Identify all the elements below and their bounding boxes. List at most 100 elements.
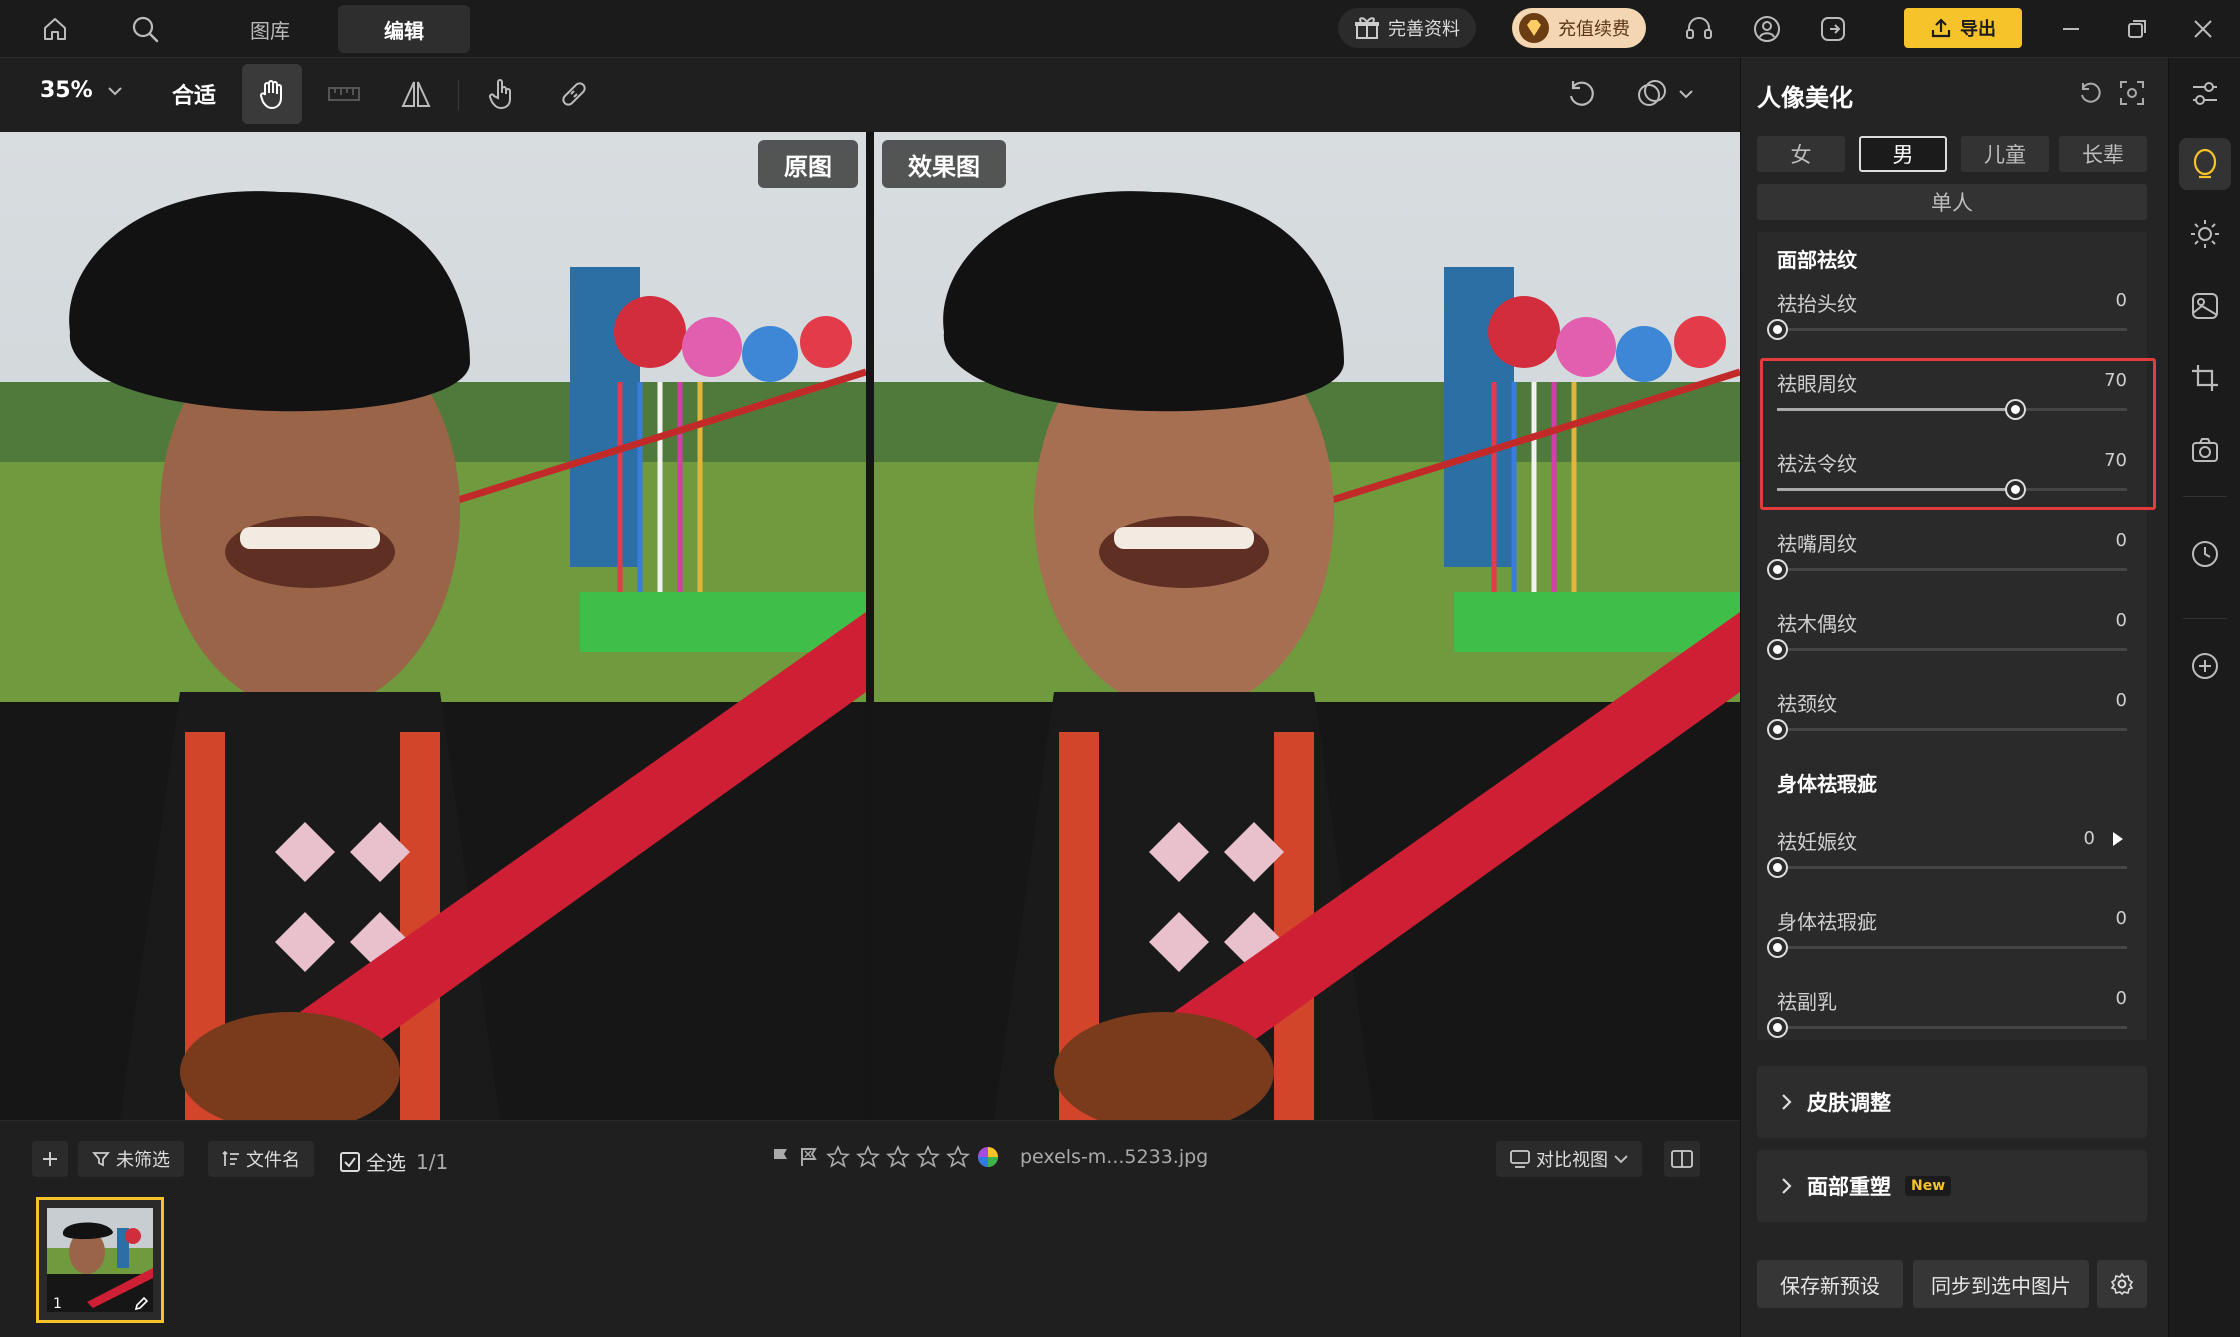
star-icon[interactable]: [886, 1145, 910, 1169]
slider-track[interactable]: [1777, 401, 2127, 418]
hand-tool[interactable]: [242, 64, 302, 124]
star-icon[interactable]: [856, 1145, 880, 1169]
color-label-icon[interactable]: [976, 1145, 1000, 1169]
rail-adjust[interactable]: [2179, 68, 2231, 120]
slider-thumb[interactable]: [1769, 859, 1786, 876]
overlay-mode-tool[interactable]: [1624, 64, 1704, 124]
touch-tool[interactable]: [472, 64, 532, 124]
slider-thumb[interactable]: [1769, 1019, 1786, 1036]
pointer-icon: [486, 77, 518, 111]
cursor-arrow-icon: [2111, 830, 2125, 848]
slider-forehead[interactable]: 祛抬头纹 0: [1757, 288, 2147, 368]
rail-camera[interactable]: [2179, 424, 2231, 476]
star-icon[interactable]: [946, 1145, 970, 1169]
face-detect-icon[interactable]: [2119, 80, 2145, 106]
slider-thumb[interactable]: [1769, 321, 1786, 338]
fit-button[interactable]: 合适: [172, 78, 216, 110]
restore-icon[interactable]: [2118, 10, 2156, 48]
complete-profile-button[interactable]: 完善资料: [1338, 8, 1476, 48]
portrait-face-icon: [2189, 147, 2221, 181]
slider-thumb[interactable]: [2007, 481, 2024, 498]
rail-light[interactable]: [2179, 208, 2231, 260]
add-button[interactable]: [32, 1141, 68, 1177]
slider-track[interactable]: [1769, 859, 2127, 876]
slider-stretch-marks[interactable]: 祛妊娠纹 0: [1757, 826, 2147, 906]
export-label: 导出: [1960, 19, 1996, 40]
slider-track[interactable]: [1777, 481, 2127, 498]
complete-profile-label: 完善资料: [1388, 19, 1460, 40]
image-canvas[interactable]: 原图 效果图: [0, 132, 1740, 1120]
mode-single-person[interactable]: 单人: [1757, 184, 2147, 220]
logout-icon[interactable]: [1814, 10, 1852, 48]
face-reshape-section[interactable]: 面部重塑 New: [1757, 1150, 2147, 1222]
edit-toolbar: 35% 合适: [0, 58, 1740, 132]
rail-history[interactable]: [2179, 528, 2231, 580]
skin-adjust-section[interactable]: 皮肤调整: [1757, 1066, 2147, 1138]
sort-icon: [222, 1150, 240, 1168]
select-all-checkbox[interactable]: 全选 1/1: [340, 1147, 448, 1176]
slider-accessory-breast[interactable]: 祛副乳 0: [1757, 986, 2147, 1066]
gender-tab-elder[interactable]: 长辈: [2059, 136, 2147, 172]
undo-tool[interactable]: [1552, 64, 1612, 124]
slider-track[interactable]: [1769, 1019, 2127, 1036]
sort-button[interactable]: 文件名: [208, 1141, 314, 1177]
save-preset-button[interactable]: 保存新预设: [1757, 1260, 1903, 1308]
export-button[interactable]: 导出: [1904, 8, 2022, 48]
ruler-tool[interactable]: [314, 64, 374, 124]
slider-thumb[interactable]: [1769, 561, 1786, 578]
slider-nasolabial[interactable]: 祛法令纹 70: [1757, 448, 2147, 528]
reject-flag-icon[interactable]: [798, 1146, 820, 1168]
recharge-button[interactable]: 充值续费: [1512, 8, 1646, 48]
bandage-tool[interactable]: [544, 64, 604, 124]
flag-icon[interactable]: [770, 1146, 792, 1168]
view-mode-select[interactable]: 对比视图: [1496, 1141, 1642, 1177]
rail-crop[interactable]: [2179, 352, 2231, 404]
sync-selected-button[interactable]: 同步到选中图片: [1913, 1260, 2089, 1308]
slider-neck[interactable]: 祛颈纹 0: [1757, 688, 2147, 768]
face-wrinkle-section: 面部祛纹 祛抬头纹 0 祛眼周纹 70 祛法令纹 70 祛嘴周纹 0 祛木偶纹 …: [1757, 232, 2156, 702]
gender-tab-female[interactable]: 女: [1757, 136, 1845, 172]
zoom-select[interactable]: 35%: [40, 78, 123, 103]
star-icon[interactable]: [916, 1145, 940, 1169]
slider-track[interactable]: [1769, 939, 2127, 956]
search-icon[interactable]: [126, 10, 164, 48]
slider-track[interactable]: [1769, 321, 2127, 338]
slider-label: 祛嘴周纹: [1777, 532, 1857, 556]
tab-edit[interactable]: 编辑: [338, 5, 470, 53]
rail-add[interactable]: [2179, 640, 2231, 692]
reset-icon[interactable]: [2077, 80, 2103, 106]
slider-thumb[interactable]: [2007, 401, 2024, 418]
split-divider[interactable]: [866, 132, 874, 1120]
rail-portrait[interactable]: [2179, 138, 2231, 190]
filmstrip-thumbnail[interactable]: 1: [36, 1197, 164, 1323]
rail-color[interactable]: [2179, 280, 2231, 332]
view-icon: [1510, 1150, 1530, 1168]
split-view-button[interactable]: [1664, 1141, 1700, 1177]
gender-tab-child[interactable]: 儿童: [1961, 136, 2049, 172]
close-icon[interactable]: [2184, 10, 2222, 48]
sync-settings-button[interactable]: [2097, 1260, 2147, 1308]
slider-track[interactable]: [1769, 561, 2127, 578]
gender-tab-male[interactable]: 男: [1859, 136, 1947, 172]
slider-track[interactable]: [1769, 721, 2127, 738]
user-icon[interactable]: [1748, 10, 1786, 48]
minimize-icon[interactable]: [2052, 10, 2090, 48]
face-reshape-label: 面部重塑: [1807, 1175, 1891, 1199]
slider-thumb[interactable]: [1769, 939, 1786, 956]
filmstrip-bar: 未筛选 文件名 全选 1/1 pexels-m...5233.jpg 对比视图: [0, 1120, 1740, 1337]
slider-thumb[interactable]: [1769, 721, 1786, 738]
star-icon[interactable]: [826, 1145, 850, 1169]
compare-split-tool[interactable]: [386, 64, 446, 124]
slider-mouth-wrinkle[interactable]: 祛嘴周纹 0: [1757, 528, 2147, 608]
tab-library[interactable]: 图库: [220, 5, 320, 53]
slider-eye-wrinkle[interactable]: 祛眼周纹 70: [1757, 368, 2147, 448]
slider-thumb[interactable]: [1769, 641, 1786, 658]
slider-body-blemish[interactable]: 身体祛瑕疵 0: [1757, 906, 2147, 986]
slider-value: 70: [2104, 450, 2127, 471]
slider-marionette[interactable]: 祛木偶纹 0: [1757, 608, 2147, 688]
home-icon[interactable]: [36, 10, 74, 48]
filter-button[interactable]: 未筛选: [78, 1141, 184, 1177]
title-bar: 图库 编辑 完善资料 充值续费 导出: [0, 0, 2240, 58]
headset-icon[interactable]: [1680, 10, 1718, 48]
slider-track[interactable]: [1769, 641, 2127, 658]
